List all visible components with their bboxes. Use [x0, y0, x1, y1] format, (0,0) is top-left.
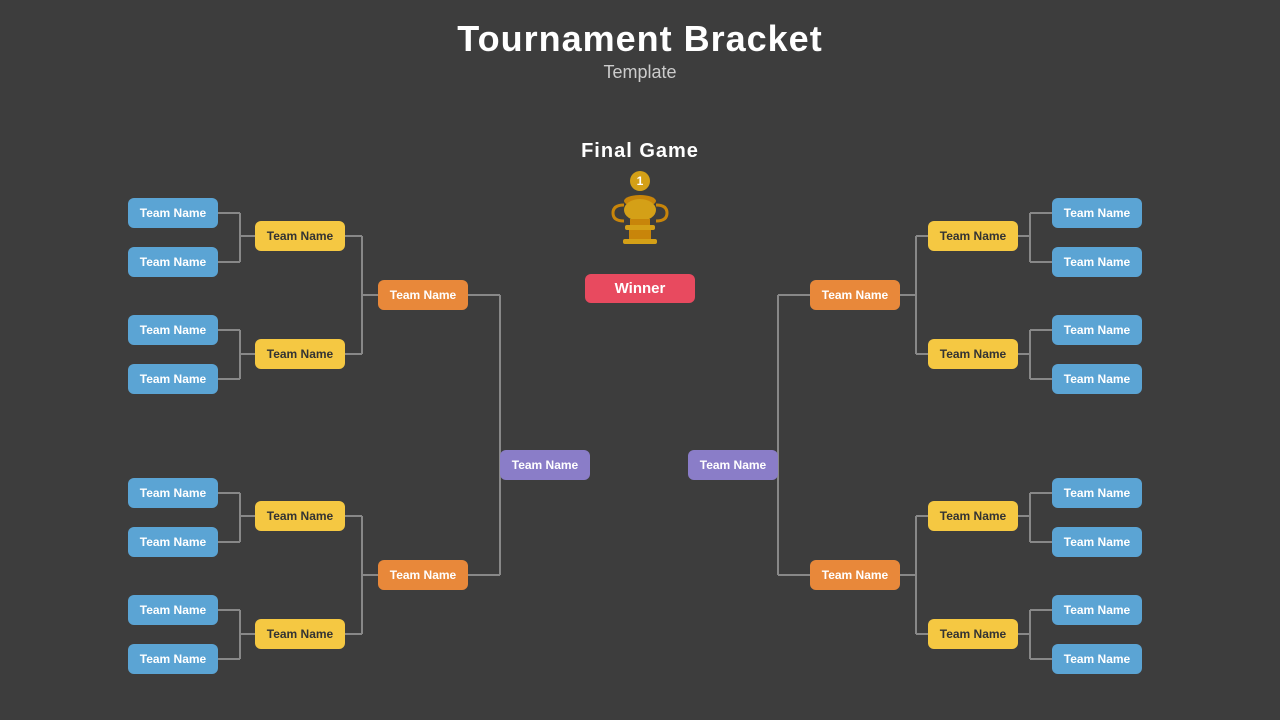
team-box-l1t2[interactable]: Team Name: [128, 247, 218, 277]
team-box-l1b1[interactable]: Team Name: [128, 478, 218, 508]
team-box-r1t3[interactable]: Team Name: [1052, 315, 1142, 345]
final-game-label: Final Game: [540, 140, 740, 163]
team-box-r2t1[interactable]: Team Name: [928, 221, 1018, 251]
team-box-r2t2[interactable]: Team Name: [928, 339, 1018, 369]
team-box-l2t1[interactable]: Team Name: [255, 221, 345, 251]
team-box-r1t4[interactable]: Team Name: [1052, 364, 1142, 394]
center-section: Final Game 1 Winner: [540, 140, 740, 274]
team-box-r3b1[interactable]: Team Name: [810, 560, 900, 590]
team-box-l1t1[interactable]: Team Name: [128, 198, 218, 228]
team-box-l3b1[interactable]: Team Name: [378, 560, 468, 590]
team-box-l2t2[interactable]: Team Name: [255, 339, 345, 369]
sub-title: Template: [0, 62, 1280, 83]
team-box-r1b3[interactable]: Team Name: [1052, 595, 1142, 625]
trophy-icon: 1: [605, 171, 675, 261]
team-box-l1b3[interactable]: Team Name: [128, 595, 218, 625]
team-box-l2b1[interactable]: Team Name: [255, 501, 345, 531]
team-box-l2b2[interactable]: Team Name: [255, 619, 345, 649]
team-box-r2b2[interactable]: Team Name: [928, 619, 1018, 649]
team-box-rf[interactable]: Team Name: [688, 450, 778, 480]
winner-box: Winner: [585, 274, 695, 303]
team-box-l1b4[interactable]: Team Name: [128, 644, 218, 674]
svg-text:1: 1: [637, 174, 644, 188]
team-box-l1t3[interactable]: Team Name: [128, 315, 218, 345]
team-box-l1b2[interactable]: Team Name: [128, 527, 218, 557]
team-box-r1b2[interactable]: Team Name: [1052, 527, 1142, 557]
title-section: Tournament Bracket Template: [0, 0, 1280, 83]
team-box-lf[interactable]: Team Name: [500, 450, 590, 480]
team-box-r1b4[interactable]: Team Name: [1052, 644, 1142, 674]
team-box-l3t1[interactable]: Team Name: [378, 280, 468, 310]
team-box-r1t2[interactable]: Team Name: [1052, 247, 1142, 277]
team-box-l1t4[interactable]: Team Name: [128, 364, 218, 394]
team-box-r1b1[interactable]: Team Name: [1052, 478, 1142, 508]
team-box-r1t1[interactable]: Team Name: [1052, 198, 1142, 228]
team-box-r2b1[interactable]: Team Name: [928, 501, 1018, 531]
bracket-container: Team Name Team Name Team Name Team Name Team…: [0, 90, 1280, 720]
main-title: Tournament Bracket: [0, 18, 1280, 60]
team-box-r3t1[interactable]: Team Name: [810, 280, 900, 310]
